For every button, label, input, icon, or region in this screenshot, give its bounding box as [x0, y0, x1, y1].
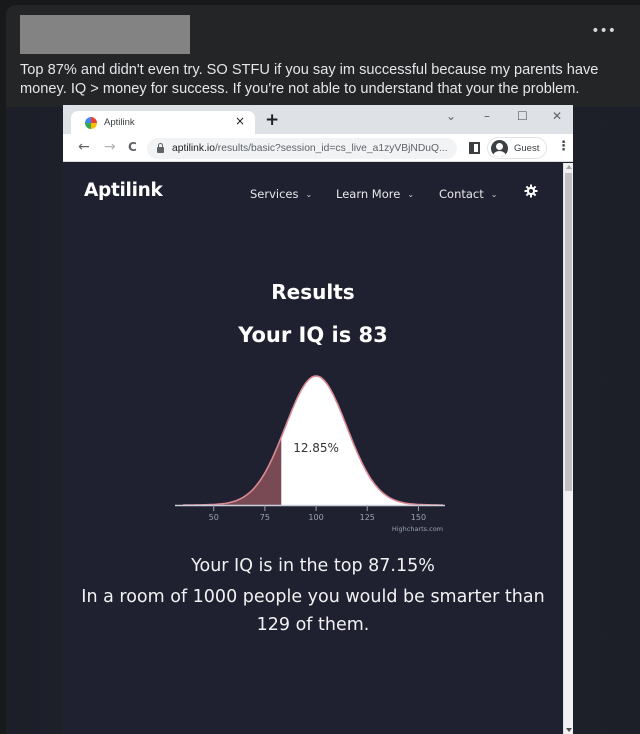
nav-learn-more-label: Learn More [336, 187, 401, 201]
tab-search-icon[interactable]: ⌄ [446, 109, 456, 123]
redacted-author-name [20, 15, 190, 54]
x-tick-label: 100 [308, 513, 323, 522]
nav-contact-label: Contact [439, 187, 484, 201]
top-percent-text: Your IQ is in the top 87.15% [191, 556, 435, 576]
tab-title: Aptilink [104, 117, 135, 128]
minimize-button[interactable]: – [484, 109, 490, 123]
favicon-icon [85, 116, 97, 129]
nav-contact[interactable]: Contact ⌄ [439, 187, 497, 201]
x-tick-label: 50 [209, 513, 219, 522]
site-logo[interactable]: Aptilink [84, 180, 163, 201]
side-panel-icon[interactable] [469, 142, 480, 154]
x-tick-label: 150 [411, 513, 426, 522]
x-tick-label: 75 [260, 513, 270, 522]
browser-window: Aptilink × + ⌄ – ☐ ✕ ← → C aptilink.io/r… [63, 105, 573, 734]
browser-tab[interactable]: Aptilink × [71, 111, 255, 134]
post-text: Top 87% and didn't even try. SO STFU if … [20, 62, 599, 97]
url-path: /results/basic?session_id=cs_live_a1zyVB… [214, 143, 448, 154]
web-page: Aptilink Services ⌄ Learn More ⌄ Contact… [63, 163, 563, 734]
results-heading: Results [271, 280, 355, 304]
more-options-icon[interactable]: ••• [591, 24, 616, 38]
chevron-down-icon: ⌄ [407, 189, 415, 199]
tab-strip: Aptilink × + ⌄ – ☐ ✕ [63, 105, 573, 134]
room-comparison-text-line2: 129 of them. [256, 615, 370, 635]
tab-close-icon[interactable]: × [235, 114, 245, 128]
avatar-icon [491, 139, 508, 157]
highcharts-credit-link[interactable]: Highcharts.com [392, 525, 443, 533]
lock-icon [157, 142, 164, 153]
profile-button[interactable]: Guest [487, 137, 547, 159]
profile-label: Guest [514, 142, 540, 154]
browser-toolbar: ← → C aptilink.io/results/basic?session_… [63, 134, 573, 162]
chevron-down-icon: ⌄ [305, 189, 313, 199]
browser-menu-icon[interactable]: ⋮ [557, 140, 570, 154]
address-bar[interactable]: aptilink.io/results/basic?session_id=cs_… [147, 138, 457, 159]
theme-toggle-gear-icon[interactable] [524, 184, 538, 198]
nav-services-label: Services [250, 187, 299, 201]
page-scrollbar[interactable] [563, 163, 573, 734]
close-window-button[interactable]: ✕ [552, 109, 562, 123]
shaded-percent-label: 12.85% [293, 441, 339, 455]
scroll-up-arrow-icon[interactable] [566, 165, 572, 169]
chevron-down-icon: ⌄ [490, 189, 498, 199]
iq-score-heading: Your IQ is 83 [238, 323, 388, 347]
nav-learn-more[interactable]: Learn More ⌄ [336, 187, 414, 201]
url-host: aptilink.io [172, 143, 215, 154]
reload-button[interactable]: C [128, 140, 137, 154]
nav-services[interactable]: Services ⌄ [250, 187, 312, 201]
new-tab-button[interactable]: + [265, 110, 279, 130]
scrollbar-thumb[interactable] [565, 173, 572, 491]
iq-distribution-chart: 50 75 100 125 150 12.85% Highcharts.com [175, 375, 445, 533]
forward-button[interactable]: → [104, 139, 116, 155]
back-button[interactable]: ← [78, 139, 90, 155]
scroll-down-arrow-icon[interactable] [566, 728, 572, 732]
room-comparison-text-line1: In a room of 1000 people you would be sm… [81, 587, 545, 607]
maximize-button[interactable]: ☐ [517, 109, 528, 123]
x-tick-label: 125 [360, 513, 375, 522]
